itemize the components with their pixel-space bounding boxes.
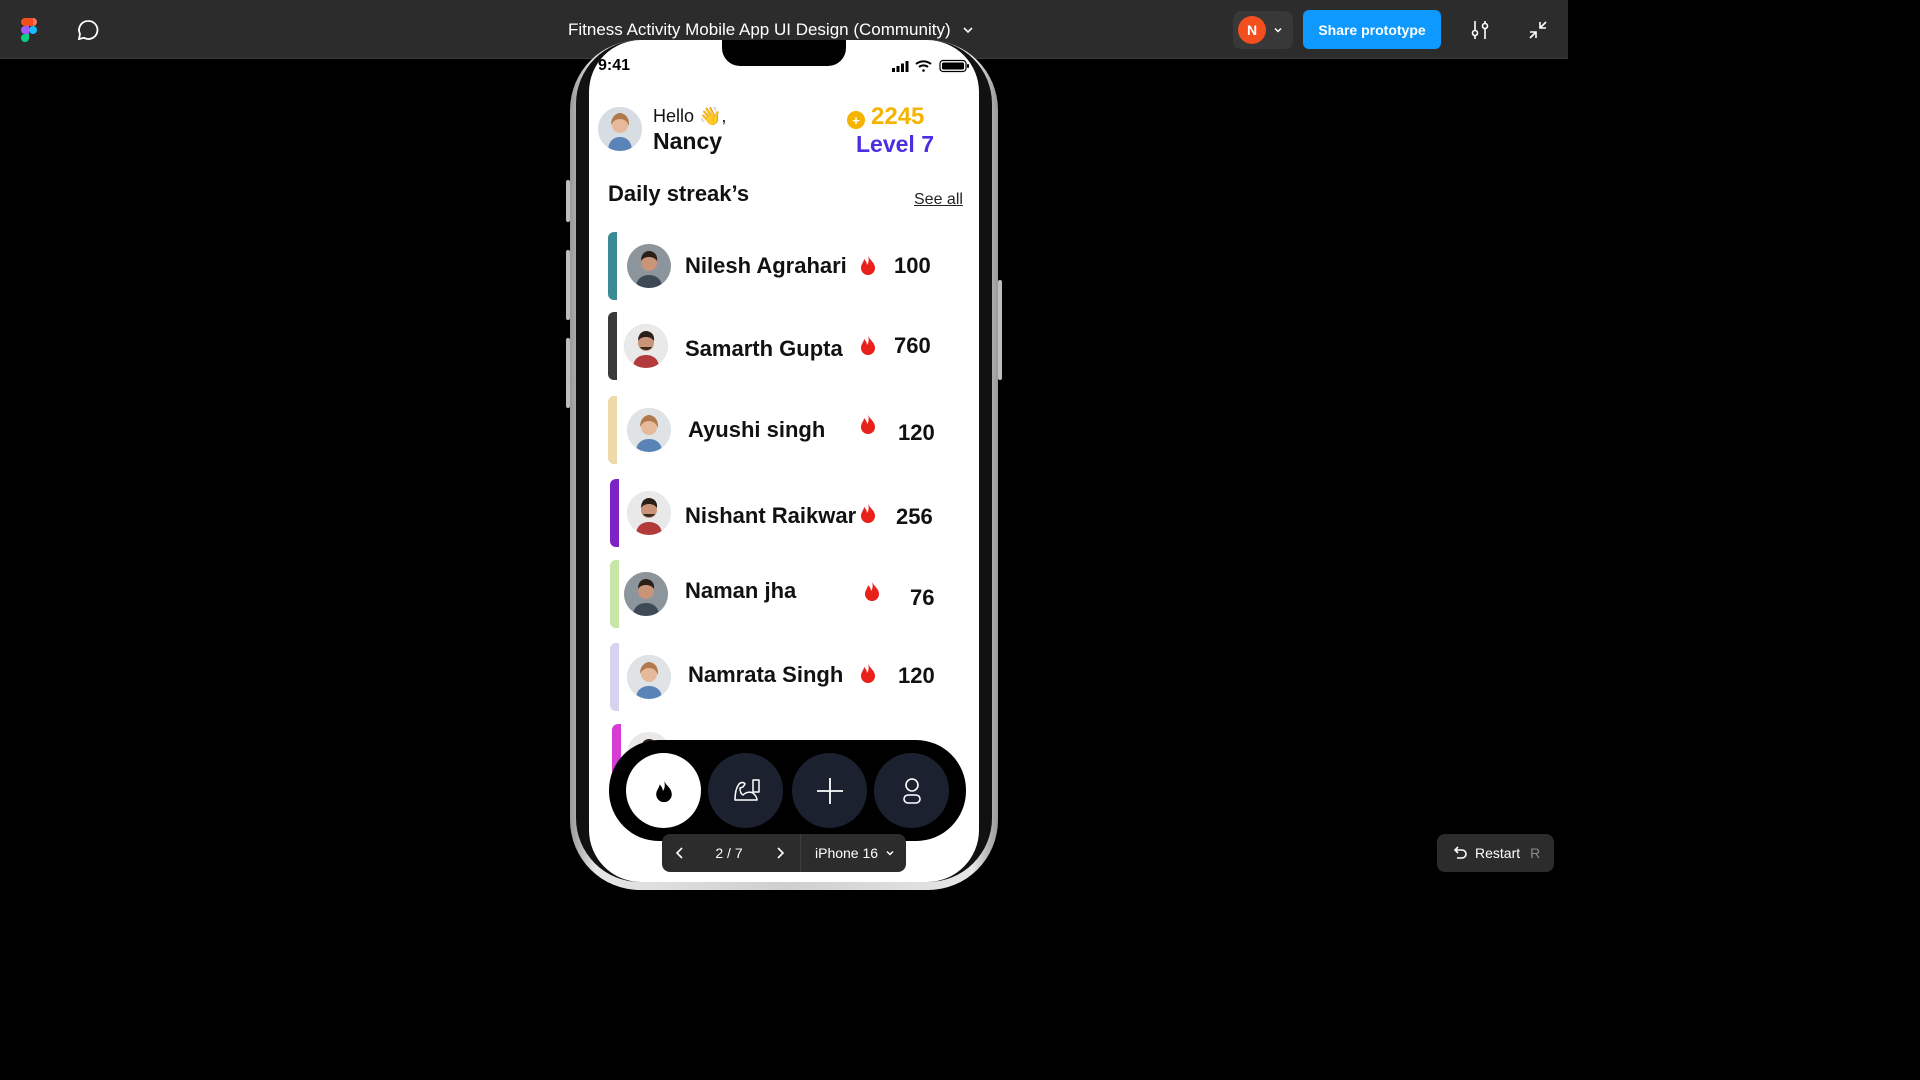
streak-row[interactable]: Nilesh Agrahari 100 [608, 232, 963, 300]
streak-score: 100 [894, 253, 931, 278]
coin-icon: + [847, 111, 865, 129]
nav-profile-button[interactable] [874, 753, 949, 828]
restart-button[interactable]: Restart R [1437, 834, 1554, 872]
nav-workout-button[interactable] [708, 753, 783, 828]
row-color-bar [608, 312, 617, 380]
profile-icon [902, 777, 921, 804]
flame-icon [861, 335, 875, 355]
avatar [627, 491, 671, 535]
phone-side-button [566, 250, 570, 320]
chevron-down-icon [886, 850, 894, 856]
phone-side-button [998, 280, 1002, 380]
previous-frame-button[interactable] [662, 834, 698, 872]
chevron-left-icon [675, 847, 683, 859]
settings-sliders-icon[interactable] [1467, 17, 1493, 43]
restart-icon [1453, 846, 1467, 859]
member-name: Namrata Singh [688, 662, 844, 687]
frame-counter: 2 / 7 [715, 845, 743, 861]
member-name: Ayushi singh [688, 417, 826, 442]
next-frame-button[interactable] [760, 834, 800, 872]
dynamic-island [722, 40, 846, 66]
flame-icon [655, 779, 672, 802]
row-color-bar [610, 560, 619, 628]
restart-shortcut: R [1530, 845, 1541, 861]
chevron-right-icon [777, 847, 785, 859]
streak-row[interactable]: Samarth Gupta 760 [608, 312, 963, 380]
nav-add-button[interactable] [792, 753, 867, 828]
restart-label: Restart [1475, 845, 1521, 861]
user-menu-button[interactable]: N [1233, 11, 1293, 49]
member-name: Nilesh Agrahari [685, 253, 847, 278]
device-selector[interactable]: iPhone 16 [801, 845, 896, 861]
avatar [624, 572, 668, 616]
row-color-bar [610, 479, 619, 547]
chevron-down-icon [963, 27, 973, 34]
row-color-bar [608, 232, 617, 300]
streak-score: 760 [894, 333, 931, 358]
profile-avatar[interactable] [598, 107, 642, 151]
battery-icon [939, 59, 969, 73]
streak-row[interactable]: Naman jha 76 [608, 560, 963, 628]
bottom-nav-bar [609, 740, 966, 841]
coin-balance: 2245 [871, 103, 925, 130]
status-time: 9:41 [598, 57, 631, 74]
comment-icon[interactable] [76, 18, 100, 42]
phone-side-button [566, 180, 570, 222]
section-title: Daily streak’s [608, 181, 750, 206]
prototype-pager: 2 / 7 iPhone 16 [662, 834, 906, 872]
streak-row[interactable]: Namrata Singh 120 [608, 643, 963, 711]
see-all-link[interactable]: See all [914, 191, 963, 209]
share-prototype-button[interactable]: Share prototype [1303, 10, 1441, 49]
streak-score: 120 [898, 420, 935, 445]
avatar [627, 655, 671, 699]
user-level: Level 7 [856, 131, 934, 157]
phone-side-button [566, 338, 570, 408]
avatar [624, 324, 668, 368]
signal-icon [892, 61, 909, 72]
flame-icon [861, 255, 875, 275]
phone-screen: 9:41 Hello 👋, Nancy + 2245 Level 7 Daily… [589, 40, 979, 882]
streak-score: 256 [896, 504, 933, 529]
status-icons [892, 59, 969, 73]
muscle-icon [733, 778, 760, 801]
flame-icon [865, 581, 879, 601]
chevron-down-icon [1274, 27, 1282, 33]
streak-score: 76 [910, 585, 935, 610]
streak-score: 120 [898, 663, 935, 688]
file-title-text: Fitness Activity Mobile App UI Design (C… [568, 20, 951, 39]
nav-streak-button[interactable] [626, 753, 701, 828]
collapse-icon[interactable] [1527, 19, 1549, 41]
streak-row[interactable]: Ayushi singh 120 [608, 396, 963, 464]
avatar [627, 244, 671, 288]
row-color-bar [610, 643, 619, 711]
plus-icon [816, 777, 843, 804]
device-name: iPhone 16 [815, 845, 879, 861]
avatar [627, 408, 671, 452]
user-avatar-initial: N [1238, 16, 1266, 44]
member-name: Naman jha [685, 578, 797, 603]
file-title[interactable]: Fitness Activity Mobile App UI Design (C… [568, 18, 975, 42]
user-name: Nancy [653, 128, 723, 154]
flame-icon [861, 663, 875, 683]
row-color-bar [608, 396, 617, 464]
flame-icon [861, 414, 875, 434]
figma-logo-icon[interactable] [21, 18, 37, 42]
greeting-text: Hello 👋, [653, 106, 727, 126]
streak-row[interactable]: Nishant Raikwar 256 [608, 479, 963, 547]
flame-icon [861, 503, 875, 523]
member-name: Samarth Gupta [685, 336, 843, 361]
member-name: Nishant Raikwar [685, 503, 857, 528]
wifi-icon [915, 60, 932, 72]
